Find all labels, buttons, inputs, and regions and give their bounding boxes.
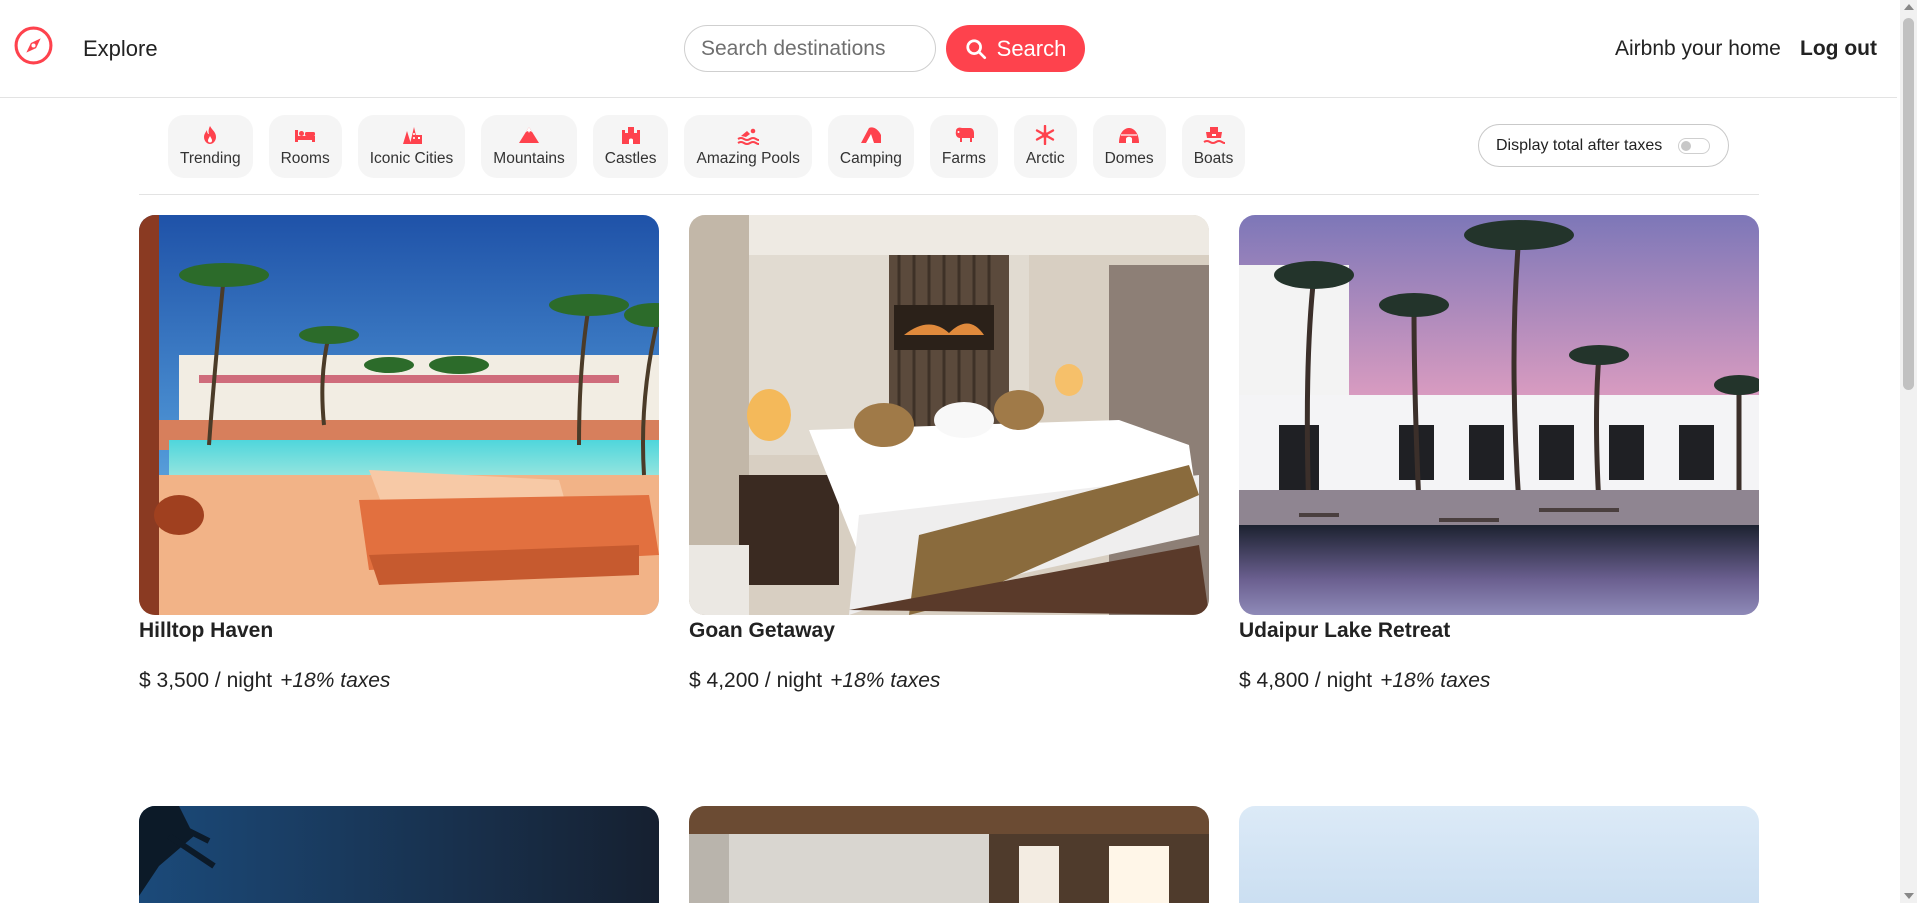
filter-iconic-cities[interactable]: Iconic Cities [357, 115, 466, 178]
filter-label: Farms [941, 150, 986, 167]
pool-resort-image [139, 215, 659, 615]
filter-label: Domes [1104, 150, 1154, 167]
compass-logo-icon[interactable] [13, 25, 54, 66]
filter-boats[interactable]: Boats [1181, 115, 1246, 178]
filter-label: Camping [839, 150, 902, 167]
listing-tax-note: +18% taxes [1380, 669, 1491, 692]
page-scrollbar[interactable] [1900, 0, 1917, 903]
scroll-down-arrow-icon[interactable] [1904, 893, 1914, 899]
listing-image[interactable] [139, 215, 659, 615]
filter-label: Boats [1193, 150, 1234, 167]
sunset-resort-image [1239, 215, 1759, 615]
tax-toggle-label: Display total after taxes [1496, 136, 1663, 154]
hotel-bedroom-image [689, 215, 1209, 615]
filter-amazing-pools[interactable]: Amazing Pools [684, 115, 812, 178]
listing-price: $ 4,200 / night +18% taxes [689, 669, 1209, 693]
listing-card-partial[interactable] [1239, 806, 1759, 903]
listing-card-partial[interactable] [689, 806, 1209, 903]
search-button[interactable]: Search [946, 25, 1085, 72]
listing-price: $ 3,500 / night +18% taxes [139, 669, 659, 693]
filter-label: Castles [604, 150, 657, 167]
logout-link[interactable]: Log out [1800, 37, 1877, 61]
filter-label: Arctic [1025, 150, 1065, 167]
filter-camping[interactable]: Camping [827, 115, 914, 178]
listing-tax-note: +18% taxes [280, 669, 391, 692]
host-home-link[interactable]: Airbnb your home [1615, 37, 1781, 61]
listing-title: Goan Getaway [689, 619, 835, 642]
filter-domes[interactable]: Domes [1092, 115, 1166, 178]
divider [139, 194, 1759, 195]
search-input[interactable] [684, 25, 936, 72]
listing-tax-note: +18% taxes [830, 669, 941, 692]
listing-price: $ 4,800 / night +18% taxes [1239, 669, 1759, 693]
search-button-label: Search [996, 35, 1067, 61]
listing-image[interactable] [1239, 215, 1759, 615]
igloo-icon [1119, 128, 1140, 143]
tax-toggle-switch[interactable] [1678, 137, 1711, 154]
castle-icon [621, 127, 640, 144]
night-sky-image [139, 806, 659, 903]
scroll-up-arrow-icon[interactable] [1904, 4, 1914, 10]
fire-icon [204, 126, 217, 144]
filter-label: Iconic Cities [369, 150, 454, 167]
snowflake-icon [1036, 125, 1055, 145]
filter-rooms[interactable]: Rooms [268, 115, 342, 178]
search-icon [966, 38, 986, 59]
filter-label: Trending [180, 150, 241, 167]
filter-label: Amazing Pools [696, 150, 800, 167]
listing-price-value: $ 4,800 / night [1239, 669, 1373, 692]
tent-icon [860, 127, 881, 143]
listing-card-udaipur-lake-retreat[interactable]: Udaipur Lake Retreat $ 4,800 / night +18%… [1239, 215, 1759, 693]
filter-trending[interactable]: Trending [168, 115, 253, 178]
listing-price-value: $ 3,500 / night [139, 669, 273, 692]
filter-arctic[interactable]: Arctic [1013, 115, 1077, 178]
filter-label: Mountains [493, 150, 565, 167]
listing-title: Udaipur Lake Retreat [1239, 619, 1451, 642]
listing-card-goan-getaway[interactable]: Goan Getaway $ 4,200 / night +18% taxes [689, 215, 1209, 693]
listing-image[interactable] [689, 215, 1209, 615]
wooden-room-image [689, 806, 1209, 903]
mountain-icon [519, 127, 540, 143]
listing-card-partial[interactable] [139, 806, 659, 903]
listing-card-hilltop-haven[interactable]: Hilltop Haven $ 3,500 / night +18% taxes [139, 215, 659, 693]
filter-farms[interactable]: Farms [929, 115, 998, 178]
ship-icon [1202, 127, 1225, 144]
swimmer-icon [737, 128, 760, 145]
filter-label: Rooms [280, 150, 330, 167]
navbar: Explore Search Airbnb your home Log out [0, 0, 1897, 98]
city-icon [402, 127, 422, 144]
listing-title: Hilltop Haven [139, 619, 274, 642]
filter-mountains[interactable]: Mountains [481, 115, 577, 178]
explore-link[interactable]: Explore [83, 36, 158, 62]
tax-toggle[interactable]: Display total after taxes [1478, 124, 1729, 167]
bright-sky-image [1239, 806, 1759, 903]
cow-icon [955, 127, 974, 142]
filter-castles[interactable]: Castles [592, 115, 669, 178]
listing-price-value: $ 4,200 / night [689, 669, 823, 692]
category-filters: Trending Rooms Iconic Cities Mountains C… [168, 115, 1246, 178]
scrollbar-thumb[interactable] [1903, 18, 1914, 390]
bed-icon [295, 130, 316, 142]
